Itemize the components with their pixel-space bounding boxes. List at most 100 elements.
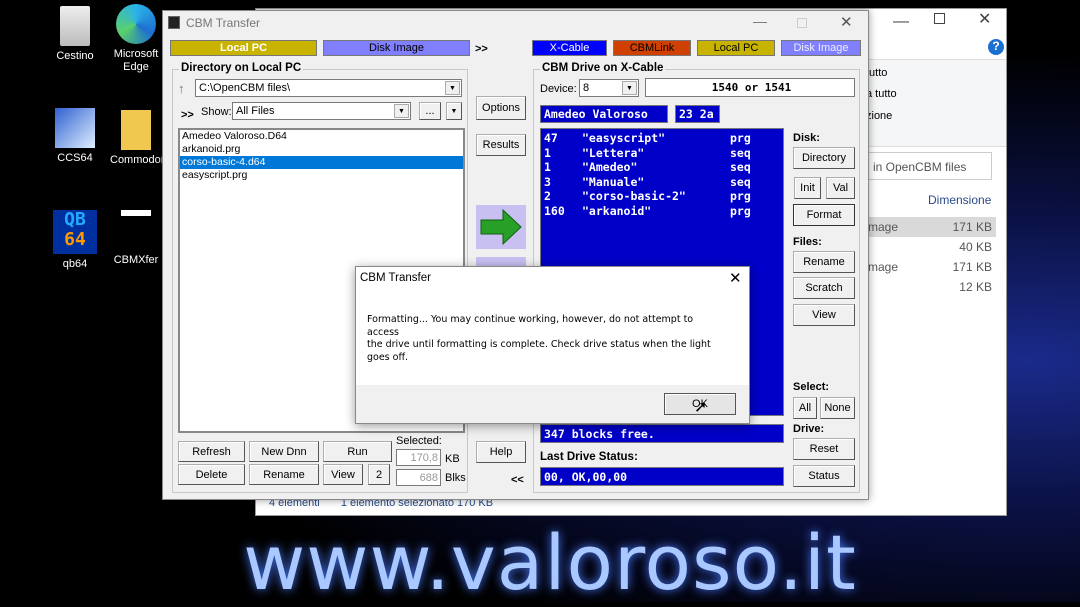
recycle-bin-icon	[60, 6, 90, 46]
ribbon-item[interactable]: tutto	[866, 67, 887, 79]
directory-button[interactable]: Directory	[793, 147, 855, 169]
desktop-icon-edge[interactable]: Microsoft Edge	[110, 4, 162, 74]
filter-dropdown-button[interactable]: ▼	[446, 102, 462, 120]
disk-name: Amedeo Valoroso	[540, 105, 668, 123]
show-filter-combobox[interactable]: All Files ▼	[232, 102, 411, 120]
device-label: Device:	[540, 83, 577, 95]
path-combobox[interactable]: C:\OpenCBM files\ ▼	[195, 79, 462, 97]
close-button[interactable]: ✕	[840, 13, 853, 31]
format-button[interactable]: Format	[793, 204, 855, 226]
validate-button[interactable]: Val	[826, 177, 855, 199]
delete-button[interactable]: Delete	[178, 464, 245, 485]
blocks-unit: Blks	[445, 472, 466, 484]
file-name: "Lettera"	[582, 145, 645, 160]
drive-file-row[interactable]: 160 "arkanoid" prg	[544, 204, 780, 219]
chevron-down-icon[interactable]: ▼	[445, 81, 460, 95]
expand-button[interactable]: >>	[181, 109, 194, 121]
file-blocks: 47	[544, 131, 558, 145]
column-header-size[interactable]: Dimensione	[928, 193, 991, 207]
scratch-button[interactable]: Scratch	[793, 277, 855, 299]
desktop-icon-qb64[interactable]: QB 64 qb64	[40, 210, 110, 270]
desktop-icon-recycle-bin[interactable]: Cestino	[40, 6, 110, 62]
ribbon-item[interactable]: a tutto	[866, 88, 897, 100]
copy-to-drive-button[interactable]	[476, 205, 526, 249]
file-type: prg	[730, 189, 751, 203]
device-combobox[interactable]: 8 ▼	[579, 79, 639, 97]
file-row-type: mage	[868, 260, 899, 274]
chevron-down-icon[interactable]: ▼	[622, 81, 637, 95]
help-button[interactable]: Help	[476, 441, 526, 463]
select-section-label: Select:	[793, 381, 830, 393]
drive-file-row[interactable]: 47 "easyscript" prg	[544, 131, 780, 146]
drive-rename-button[interactable]: Rename	[793, 251, 855, 273]
run-button[interactable]: Run	[323, 441, 392, 462]
refresh-button[interactable]: Refresh	[178, 441, 245, 462]
browse-button[interactable]: ...	[419, 102, 441, 120]
tab-disk-image[interactable]: Disk Image	[323, 40, 470, 56]
close-button[interactable]: ✕	[978, 9, 991, 29]
drive-file-row[interactable]: 3 "Manuale" seq	[544, 175, 780, 190]
group-title: CBM Drive on X-Cable	[540, 62, 666, 74]
desktop-icon-cbmxfer[interactable]: CBMXfer	[110, 210, 162, 266]
drive-section-label: Drive:	[793, 423, 825, 435]
drive-status: 00, OK,00,00	[540, 467, 784, 486]
search-input[interactable]: in OpenCBM files	[866, 152, 992, 180]
ribbon-item[interactable]: zione	[866, 110, 892, 122]
drive-file-row[interactable]: 1 "Amedeo" seq	[544, 160, 780, 175]
file-row-type: mage	[868, 220, 899, 234]
up-folder-icon[interactable]: ↑	[178, 81, 185, 96]
select-all-button[interactable]: All	[793, 397, 817, 419]
maximize-button[interactable]	[934, 13, 945, 24]
app-icon	[168, 16, 180, 29]
help-icon[interactable]: ?	[988, 39, 1004, 55]
show-label: Show:	[201, 106, 232, 118]
drive-model-field: 1540 or 1541	[645, 78, 855, 97]
file-item[interactable]: easyscript.prg	[180, 169, 463, 182]
drive-file-row[interactable]: 2 "corso-basic-2" prg	[544, 189, 780, 204]
minimize-button[interactable]: —	[893, 13, 909, 31]
selected-label: Selected:	[396, 435, 442, 447]
drive-status-label: Last Drive Status:	[540, 451, 638, 463]
reset-button[interactable]: Reset	[793, 438, 855, 460]
desktop-icon-commodore-folder[interactable]: Commodore	[110, 110, 162, 166]
chevron-down-icon[interactable]: ▼	[394, 104, 409, 118]
window-title: CBM Transfer	[186, 16, 261, 30]
file-name: "corso-basic-2"	[582, 189, 686, 203]
drive-view-button[interactable]: View	[793, 304, 855, 326]
selected-kb-field: 170,8	[396, 449, 441, 466]
file-item[interactable]: Amedeo Valoroso.D64	[180, 130, 463, 143]
rename-button[interactable]: Rename	[249, 464, 319, 485]
format-dialog: CBM Transfer ✕ Formatting... You may con…	[355, 266, 750, 424]
view-button[interactable]: View	[323, 464, 363, 485]
options-button[interactable]: Options	[476, 96, 526, 120]
blocks-free: 347 blocks free.	[540, 424, 784, 443]
dialog-close-button[interactable]: ✕	[729, 269, 742, 287]
file-blocks: 3	[544, 174, 551, 189]
watermark: www.valoroso.it	[243, 518, 857, 607]
view-2-button[interactable]: 2	[368, 464, 390, 485]
tab-x-cable[interactable]: X-Cable	[532, 40, 607, 56]
tab-cbmlink[interactable]: CBMLink	[613, 40, 691, 56]
tab-local-pc[interactable]: Local PC	[170, 40, 317, 56]
file-item[interactable]: arkanoid.prg	[180, 143, 463, 156]
status-button[interactable]: Status	[793, 465, 855, 487]
tab-arrow: >>	[475, 43, 488, 55]
files-section-label: Files:	[793, 236, 822, 248]
edge-icon	[116, 4, 156, 44]
drive-file-row[interactable]: 1 "Lettera" seq	[544, 146, 780, 161]
file-row-size: 171 KB	[952, 220, 992, 234]
tab-local-pc[interactable]: Local PC	[697, 40, 775, 56]
group-title: Directory on Local PC	[179, 62, 304, 74]
results-button[interactable]: Results	[476, 134, 526, 156]
qb64-icon: QB 64	[53, 210, 97, 254]
ccs64-icon	[55, 108, 95, 148]
new-dnn-button[interactable]: New Dnn	[249, 441, 319, 462]
file-name: "easyscript"	[582, 131, 666, 145]
tab-disk-image[interactable]: Disk Image	[781, 40, 861, 56]
init-button[interactable]: Init	[794, 177, 821, 199]
file-name: "Manuale"	[582, 174, 645, 189]
minimize-button[interactable]: —	[753, 13, 767, 29]
file-item[interactable]: corso-basic-4.d64	[180, 156, 463, 169]
desktop-icon-ccs64[interactable]: CCS64	[40, 108, 110, 164]
select-none-button[interactable]: None	[820, 397, 855, 419]
